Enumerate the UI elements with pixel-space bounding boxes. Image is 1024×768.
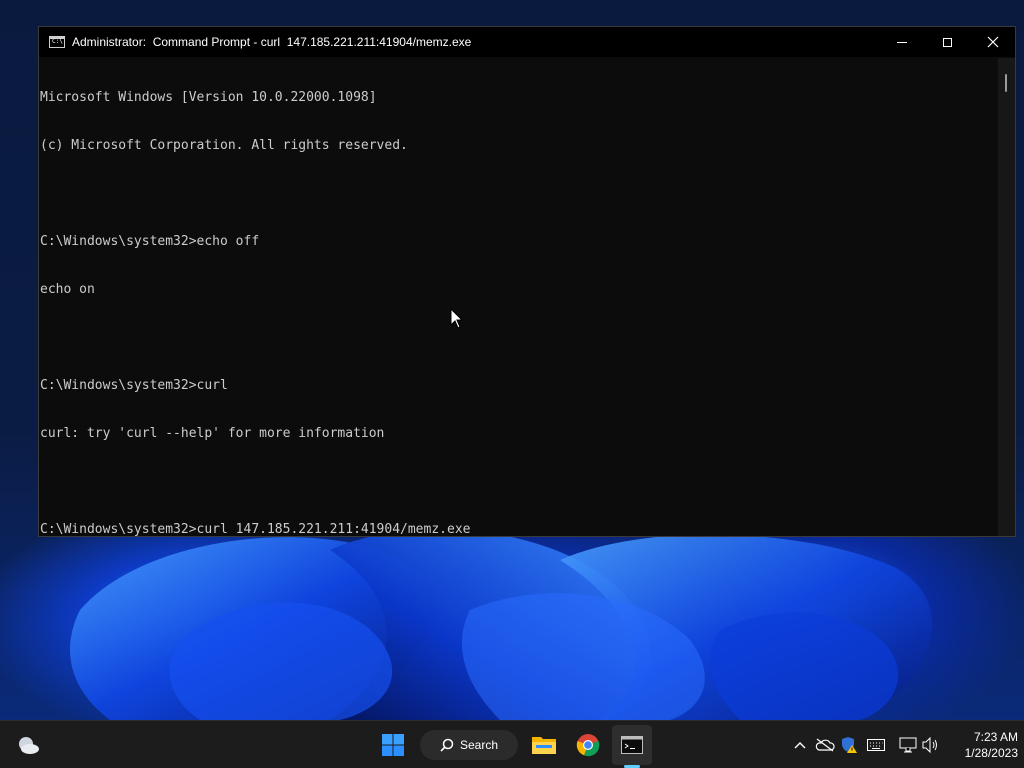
weather-widget[interactable] [14,731,42,759]
maximize-icon [942,37,952,47]
title-bar[interactable]: C:\ Administrator: Command Prompt - curl… [39,27,1015,57]
window-title: Administrator: Command Prompt - curl 147… [72,35,472,49]
security-warning-icon [842,737,857,753]
keyboard-tray-button[interactable] [865,733,887,757]
network-tray-button[interactable] [897,733,919,757]
minimize-icon [897,41,907,43]
console-output[interactable]: Microsoft Windows [Version 10.0.22000.10… [39,58,1000,537]
console-line: C:\Windows\system32>echo off [40,234,260,249]
weather-icon [19,737,39,754]
console-line: C:\Windows\system32>curl 147.185.221.211… [40,522,471,537]
console-line: echo on [40,282,95,297]
close-icon [987,36,999,48]
maximize-button[interactable] [924,27,970,57]
minimize-button[interactable] [879,27,925,57]
console-line: Microsoft Windows [Version 10.0.22000.10… [40,90,377,105]
scrollbar-thumb[interactable] [1005,74,1007,92]
security-tray-button[interactable] [838,733,860,757]
chrome-button[interactable] [573,729,603,761]
command-prompt-window[interactable]: C:\ Administrator: Command Prompt - curl… [38,26,1016,537]
console-line: C:\Windows\system32>curl [40,378,228,393]
console-line: (c) Microsoft Corporation. All rights re… [40,138,408,153]
command-prompt-icon: C:\ [49,36,65,48]
keyboard-icon [867,739,885,751]
onedrive-offline-icon [815,738,835,752]
taskbar-search-button[interactable]: Search [420,730,518,760]
file-explorer-button[interactable] [529,729,559,761]
start-button[interactable] [378,731,408,759]
volume-icon [922,737,937,753]
chrome-icon [576,734,600,757]
volume-tray-button[interactable] [920,733,942,757]
network-icon [899,737,917,753]
command-prompt-taskbar-button[interactable] [612,725,652,765]
mouse-cursor-icon [450,308,464,329]
chevron-up-icon [794,742,806,749]
close-button[interactable] [970,27,1016,57]
taskbar-clock[interactable]: 7:23 AM 1/28/2023 [944,729,1018,761]
clock-time: 7:23 AM [973,730,1018,744]
vertical-scrollbar[interactable] [998,58,1015,536]
file-explorer-icon [532,737,556,754]
taskbar: Search 7:23 AM 1/28/2023 [0,720,1024,768]
show-hidden-icons-button[interactable] [790,733,810,757]
onedrive-tray-button[interactable] [814,733,836,757]
command-prompt-icon [621,736,643,754]
console-line: curl: try 'curl --help' for more informa… [40,426,385,441]
clock-date: 1/28/2023 [964,746,1018,760]
windows-start-icon [382,734,404,756]
search-label: Search [459,738,499,752]
search-icon [440,738,454,752]
